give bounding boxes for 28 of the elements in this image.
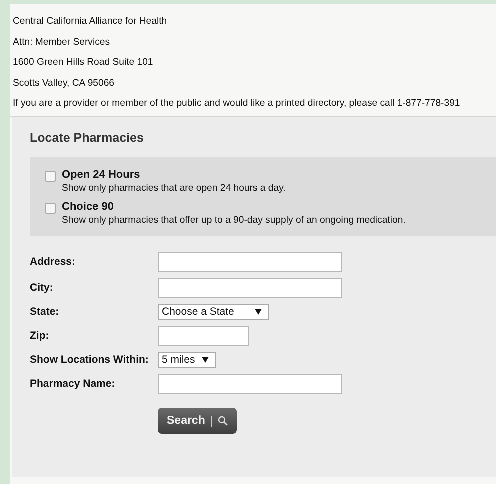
search-icon <box>218 416 228 426</box>
input-field[interactable] <box>158 278 342 298</box>
input-field[interactable] <box>158 252 342 272</box>
address-line: Scotts Valley, CA 95066 <box>13 76 116 90</box>
field-label: City: <box>30 282 54 294</box>
address-line: Central California Alliance for Health <box>13 15 168 29</box>
field-label: Pharmacy Name: <box>30 378 116 390</box>
filter-description: Show only pharmacies that are open 24 hours a day. <box>62 183 286 194</box>
panel-title: Locate Pharmacies <box>30 131 145 145</box>
input-field[interactable] <box>158 326 249 346</box>
checkbox[interactable] <box>45 171 56 182</box>
address-line: Attn: Member Services <box>13 36 112 50</box>
select-dropdown[interactable]: Choose a State <box>158 304 269 320</box>
select-dropdown[interactable]: 5 miles <box>158 352 216 368</box>
field-label: State: <box>30 306 60 318</box>
field-label: Address: <box>30 256 77 268</box>
field-label: Zip: <box>30 330 50 342</box>
input-field[interactable] <box>158 374 342 394</box>
caret-icon <box>255 309 262 315</box>
caret-icon <box>202 357 209 363</box>
filter-description: Show only pharmacies that offer up to a 90-day supply of an ongoing medication. <box>62 215 406 226</box>
field-label: Show Locations Within: <box>30 354 150 366</box>
filter-label: Open 24 Hours <box>62 169 142 181</box>
filter-label: Choice 90 <box>62 201 115 213</box>
address-line: 1600 Green Hills Road Suite 101 <box>13 56 154 70</box>
address-line: If you are a provider or member of the public and would like a printed directory, please call 1-877-778-391 <box>13 97 462 111</box>
search-button[interactable]: Search <box>158 408 237 434</box>
checkbox[interactable] <box>45 203 56 214</box>
